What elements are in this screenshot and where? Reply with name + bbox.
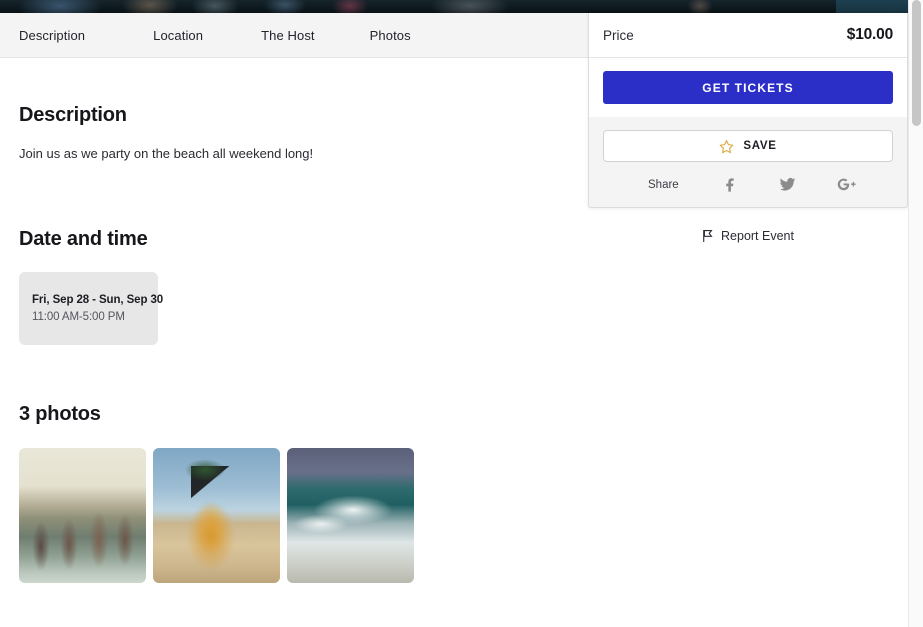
price-row: Price $10.00 xyxy=(589,13,907,58)
get-tickets-button[interactable]: GET TICKETS xyxy=(603,71,893,104)
tab-location[interactable]: Location xyxy=(153,28,203,43)
save-button-label: SAVE xyxy=(743,140,777,152)
facebook-icon[interactable] xyxy=(722,177,738,193)
tab-photos[interactable]: Photos xyxy=(370,28,411,43)
photos-heading: 3 photos xyxy=(19,402,101,425)
price-value: $10.00 xyxy=(846,26,893,43)
report-event-label: Report Event xyxy=(721,229,794,243)
share-label: Share xyxy=(648,178,679,191)
page-scrollbar-thumb[interactable] xyxy=(912,0,921,126)
save-zone: SAVE xyxy=(589,117,907,162)
hero-image xyxy=(0,0,923,13)
share-row: Share xyxy=(589,162,907,207)
date-and-time-heading: Date and time xyxy=(19,227,148,250)
flag-icon xyxy=(703,229,713,242)
hero-image-photo xyxy=(0,0,923,13)
twitter-icon[interactable] xyxy=(779,176,796,193)
photo-thumbnail[interactable] xyxy=(287,447,414,583)
get-tickets-zone: GET TICKETS xyxy=(589,58,907,117)
page-scrollbar[interactable] xyxy=(908,0,923,627)
photo-gallery xyxy=(19,447,569,583)
date-range: Fri, Sep 28 - Sun, Sep 30 xyxy=(32,293,164,306)
tab-the-host[interactable]: The Host xyxy=(261,28,315,43)
event-detail-page: Description Location The Host Photos Des… xyxy=(0,0,923,627)
star-icon xyxy=(720,139,734,153)
tab-description[interactable]: Description xyxy=(19,28,85,43)
date-time-card: Fri, Sep 28 - Sun, Sep 30 11:00 AM-5:00 … xyxy=(19,271,164,345)
ticket-purchase-card: Price $10.00 GET TICKETS SAVE Share xyxy=(588,13,908,208)
save-button[interactable]: SAVE xyxy=(603,130,893,162)
photo-thumbnail[interactable] xyxy=(19,447,146,583)
google-plus-icon[interactable] xyxy=(837,176,856,193)
time-range: 11:00 AM-5:00 PM xyxy=(32,310,125,323)
report-event-button[interactable]: Report Event xyxy=(588,229,908,243)
description-body: Join us as we party on the beach all wee… xyxy=(19,146,314,161)
price-label: Price xyxy=(603,27,634,43)
description-heading: Description xyxy=(19,104,127,126)
photo-thumbnail[interactable] xyxy=(153,447,280,583)
main-content: Description Join us as we party on the b… xyxy=(0,58,588,627)
